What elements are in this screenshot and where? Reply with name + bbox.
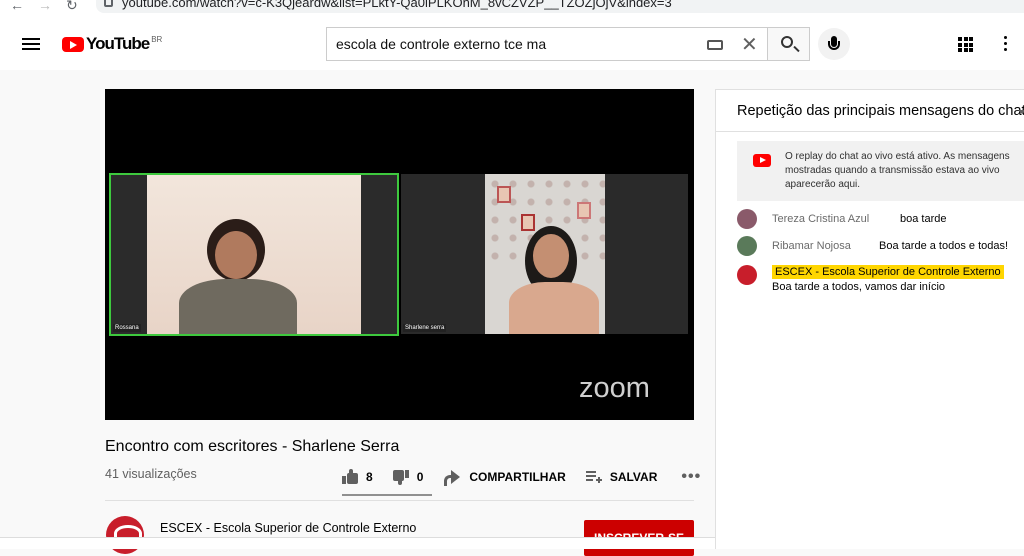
- settings-more-icon[interactable]: [1004, 36, 1008, 54]
- like-button[interactable]: 8: [342, 469, 373, 484]
- chat-header[interactable]: Repetição das principais mensagens do ch…: [716, 90, 1024, 132]
- search-button[interactable]: [768, 27, 810, 61]
- voice-search-button[interactable]: [818, 28, 850, 60]
- participant-name: Sharlene serra: [403, 324, 447, 332]
- search-input[interactable]: escola de controle externo tce ma ✕: [326, 27, 768, 61]
- like-ratio-bar: [342, 494, 432, 496]
- search-query: escola de controle externo tce ma: [336, 36, 547, 52]
- video-title: Encontro com escritores - Sharlene Serra: [105, 438, 400, 455]
- chat-author: Tereza Cristina Azul: [772, 213, 870, 225]
- participant-tile-1: Rossana: [109, 173, 399, 336]
- lock-icon: [104, 0, 113, 7]
- menu-icon[interactable]: [22, 38, 40, 50]
- keyboard-icon[interactable]: [707, 40, 723, 50]
- chevron-down-icon[interactable]: [1018, 110, 1024, 114]
- chat-author-owner: ESCEX - Escola Superior de Controle Exte…: [772, 265, 1004, 279]
- country-code: BR: [151, 34, 163, 44]
- participant-tile-2: Sharlene serra: [401, 174, 688, 334]
- chat-text: Boa tarde a todos e todas!: [879, 240, 1009, 252]
- reload-icon[interactable]: ↻: [66, 0, 78, 14]
- thumbs-down-icon: [392, 470, 409, 485]
- dislike-count: 0: [416, 470, 424, 484]
- apps-grid-icon[interactable]: [958, 37, 973, 52]
- search-icon: [781, 36, 793, 48]
- youtube-icon: [753, 154, 771, 167]
- browser-toolbar: ← → ↻ youtube.com/watch?v=c-K3Qjeardw&li…: [0, 0, 1024, 14]
- clear-search-icon[interactable]: ✕: [741, 32, 758, 57]
- more-actions-icon[interactable]: •••: [681, 468, 701, 486]
- save-button[interactable]: SALVAR: [585, 470, 658, 484]
- playlist-add-icon: [585, 471, 602, 483]
- video-player[interactable]: Rossana Sharlene serra zoom: [105, 89, 694, 420]
- participant-name: Rossana: [113, 324, 141, 332]
- participant-avatar: [509, 282, 599, 334]
- youtube-play-icon: [62, 36, 84, 52]
- share-icon: [443, 470, 461, 486]
- view-count: 41 visualizações: [105, 467, 197, 481]
- avatar: [737, 236, 757, 256]
- youtube-logo[interactable]: YouTube BR: [62, 34, 162, 54]
- avatar: [737, 265, 757, 285]
- participant-avatar: [179, 279, 297, 334]
- chat-mode-label: Repetição das principais mensagens do ch…: [737, 103, 1024, 119]
- video-actions: 8 0 COMPARTILHAR SALVAR •••: [342, 467, 701, 487]
- thumbs-up-icon: [342, 469, 358, 484]
- chat-panel: Repetição das principais mensagens do ch…: [715, 89, 1024, 549]
- avatar: [737, 209, 757, 229]
- masthead: YouTube BR escola de controle externo tc…: [0, 14, 1024, 70]
- share-label: COMPARTILHAR: [469, 470, 566, 484]
- channel-name[interactable]: ESCEX - Escola Superior de Controle Exte…: [160, 521, 416, 535]
- forward-icon[interactable]: →: [38, 0, 52, 13]
- like-count: 8: [366, 470, 373, 484]
- zoom-watermark: zoom: [579, 372, 650, 404]
- replay-notice-text: O replay do chat ao vivo está ativo. As …: [785, 151, 1010, 190]
- divider: [105, 500, 694, 501]
- logo-text: YouTube: [86, 34, 150, 53]
- dislike-button[interactable]: 0: [392, 470, 424, 485]
- share-button[interactable]: COMPARTILHAR: [443, 470, 566, 486]
- chat-author: Ribamar Nojosa: [772, 240, 851, 252]
- address-text: youtube.com/watch?v=c-K3Qjeardw&list=PLk…: [122, 0, 672, 10]
- chat-text: Boa tarde a todos, vamos dar início: [772, 281, 946, 293]
- save-label: SALVAR: [609, 470, 658, 484]
- back-icon[interactable]: ←: [10, 0, 24, 13]
- chat-text: boa tarde: [900, 213, 947, 225]
- chat-replay-notice: O replay do chat ao vivo está ativo. As …: [737, 141, 1024, 201]
